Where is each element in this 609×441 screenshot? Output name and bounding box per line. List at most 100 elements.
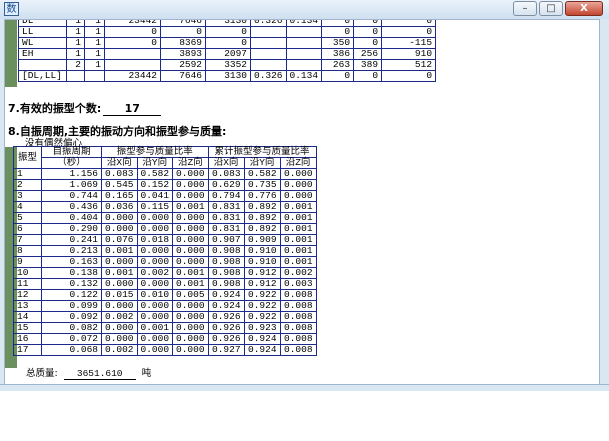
table-cell: 15 <box>13 322 42 334</box>
table-cell: 0.000 <box>172 190 209 202</box>
total-mass-line: 总质量: 3651.610 吨 <box>26 365 151 380</box>
table-cell: 0.000 <box>101 212 138 224</box>
table-cell: 0.018 <box>136 234 174 246</box>
table-cell <box>250 59 287 71</box>
table-cell: 0.922 <box>243 300 281 312</box>
table-cell: 0.083 <box>101 168 138 180</box>
table-cell: 14 <box>13 311 42 323</box>
period-header: 自振周期 <box>41 146 102 158</box>
table-cell: 0.924 <box>207 289 245 301</box>
mode-header: 振型 <box>13 146 42 169</box>
table-cell: 0.000 <box>136 344 174 356</box>
table-cell: 0.924 <box>207 300 245 312</box>
table-cell: 0.000 <box>136 212 174 224</box>
table-cell: 0 <box>205 37 251 49</box>
table-cell: 0.924 <box>243 333 281 345</box>
table-cell: 0.068 <box>41 344 102 356</box>
table-cell: 0.000 <box>172 333 209 345</box>
table-cell: 0.001 <box>279 201 317 213</box>
table-cell: 0.241 <box>41 234 102 246</box>
title-bar: 数 – □ X <box>0 0 609 20</box>
table-cell <box>285 37 323 49</box>
period-table-body: 1 1.156 0.083 0.582 0.000 0.083 0.582 0.000 2 1.0… <box>13 168 317 356</box>
maximize-button[interactable]: □ <box>539 1 563 16</box>
table-cell: 0.831 <box>207 223 245 235</box>
table-cell: 910 <box>381 48 437 60</box>
table-cell: 0.735 <box>243 179 281 191</box>
table-cell: 0.092 <box>41 311 102 323</box>
table-cell: 0.000 <box>101 322 138 334</box>
table-cell: 0.000 <box>172 344 209 356</box>
app-icon[interactable]: 数 <box>4 2 19 16</box>
table-cell: 0.000 <box>279 168 317 180</box>
table-cell: 6 <box>13 223 42 235</box>
table-cell: 0.404 <box>41 212 102 224</box>
table-cell: 7 <box>13 234 42 246</box>
table-cell: 11 <box>13 278 42 290</box>
table-cell: 0.002 <box>101 311 138 323</box>
table-cell: 0.010 <box>136 289 174 301</box>
table-cell: 0 <box>381 26 437 38</box>
table-cell: 3130 <box>205 70 251 82</box>
table-cell: 0.083 <box>207 168 245 180</box>
table-cell: 0.008 <box>279 344 317 356</box>
table-cell: 0.099 <box>41 300 102 312</box>
table-cell: 0.036 <box>101 201 138 213</box>
dir-x-header: 沿X向 <box>101 157 138 169</box>
table-cell: 8 <box>13 245 42 257</box>
table-cell: 0.831 <box>207 212 245 224</box>
row-marker-gutter <box>5 20 17 87</box>
table-cell: 0.122 <box>41 289 102 301</box>
table-cell: 0.924 <box>243 344 281 356</box>
table-cell: 0.000 <box>172 256 209 268</box>
table-cell: 0.908 <box>207 267 245 279</box>
table-cell <box>250 26 287 38</box>
table-row: 14 0.092 0.002 0.000 0.000 0.926 0.922 0.008 <box>13 311 317 323</box>
table-cell: 2 <box>66 59 85 71</box>
table-cell: 0 <box>353 70 383 82</box>
table-cell: 3352 <box>205 59 251 71</box>
table-cell: 350 <box>321 37 355 49</box>
table-cell: 0.008 <box>279 300 317 312</box>
table-cell: 0.076 <box>101 234 138 246</box>
table-cell: EH <box>18 48 67 60</box>
table-row: [DL,LL] 23442 7646 3130 0.326 0.134 0 0 0 <box>18 70 437 82</box>
table-cell: 2592 <box>160 59 206 71</box>
table-cell: 9 <box>13 256 42 268</box>
table-cell: 512 <box>381 59 437 71</box>
table-cell: -115 <box>381 37 437 49</box>
table-cell: 16 <box>13 333 42 345</box>
table-cell: 0.008 <box>279 289 317 301</box>
table-cell: 0.000 <box>136 223 174 235</box>
table-cell: 0.776 <box>243 190 281 202</box>
table-cell <box>104 48 161 60</box>
table-row: 11 0.132 0.000 0.000 0.001 0.908 0.912 0.003 <box>13 278 317 290</box>
table-cell: 1 <box>84 37 105 49</box>
table-cell: 0.152 <box>136 179 174 191</box>
table-cell: 0.912 <box>243 267 281 279</box>
cumulative-mass-ratio-header: 累计振型参与质量比率 <box>207 146 317 158</box>
cum-dir-x-header: 沿X向 <box>207 157 245 169</box>
table-cell: 0.001 <box>101 267 138 279</box>
table-cell: 5 <box>13 212 42 224</box>
table-row: 3 0.744 0.165 0.041 0.000 0.794 0.776 0.000 <box>13 190 317 202</box>
table-row: WL 1 1 0 8369 0 350 0 -115 <box>18 37 437 49</box>
table-row: 6 0.290 0.000 0.000 0.000 0.831 0.892 0.001 <box>13 223 317 235</box>
dir-y-header: 沿Y向 <box>136 157 174 169</box>
report-content: DL 1 1 23442 7646 3130 0.326 0.134 0 0 0 LL 1 1 0 0 0 0 0 0… <box>5 20 599 384</box>
table-cell: 0.000 <box>172 245 209 257</box>
table-cell: 0.163 <box>41 256 102 268</box>
table-cell: 0.002 <box>279 267 317 279</box>
table-cell: 0.000 <box>172 234 209 246</box>
table-cell: 0.001 <box>279 223 317 235</box>
table-cell: 4 <box>13 201 42 213</box>
table-cell: 7646 <box>160 70 206 82</box>
table-cell: 0.082 <box>41 322 102 334</box>
table-row: EH 1 1 3893 2097 386 256 910 <box>18 48 437 60</box>
close-button[interactable]: X <box>565 1 603 16</box>
table-cell: 1 <box>84 59 105 71</box>
table-cell: 0.926 <box>207 322 245 334</box>
dir-z-header: 沿Z向 <box>172 157 209 169</box>
minimize-button[interactable]: – <box>513 1 537 16</box>
table-cell: 0.165 <box>101 190 138 202</box>
